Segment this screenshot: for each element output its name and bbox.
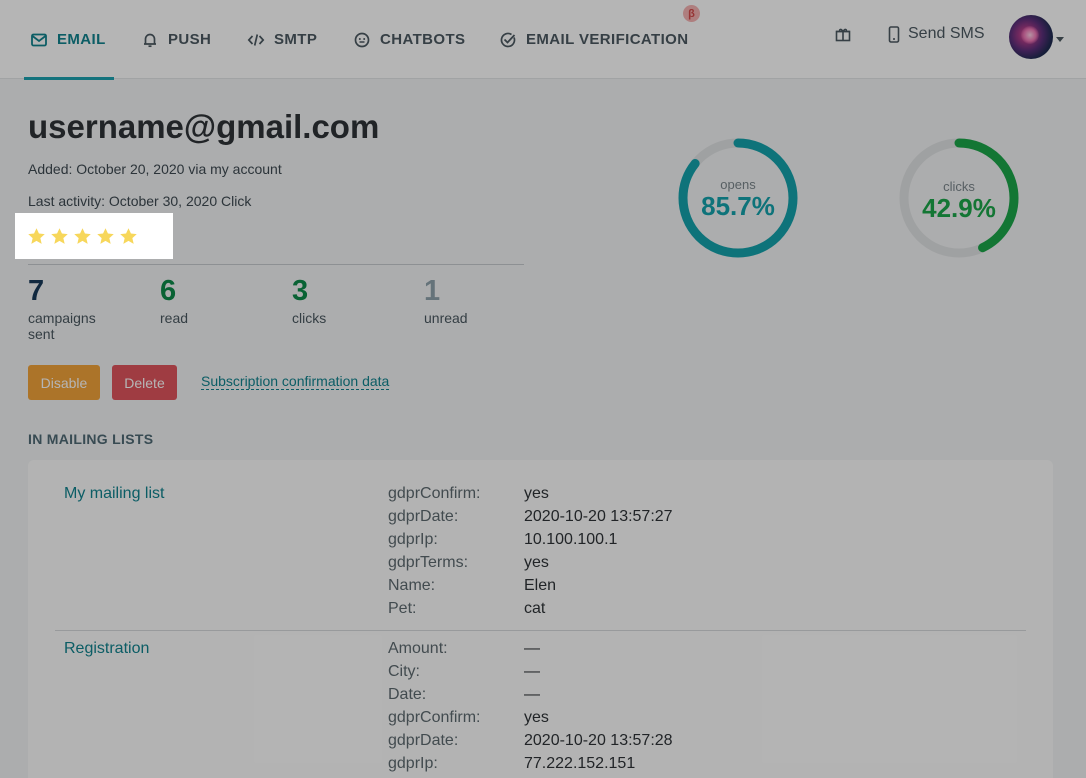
stat-label: unread [424, 310, 468, 326]
bell-icon [144, 33, 156, 47]
field-key: gdprConfirm: [388, 485, 481, 502]
top-navigation: EMAIL PUSH SMTP CHATBOTS EMAIL VERIFICAT… [0, 0, 1086, 80]
stat-clicks: 3 clicks [292, 275, 402, 327]
mail-icon [31, 33, 47, 46]
nav-tab-push[interactable]: PUSH [141, 0, 211, 79]
stat-label: read [160, 310, 189, 326]
field-value: 2020-10-20 13:57:27 [524, 508, 673, 525]
stat-unread: 1 unread [424, 275, 534, 327]
delete-button[interactable]: Delete [112, 365, 177, 400]
field-value: Elen [524, 577, 557, 594]
field-key: Name: [388, 577, 436, 594]
list-divider [55, 630, 1026, 631]
rating-stars[interactable] [15, 213, 173, 259]
star-icon[interactable] [95, 226, 116, 247]
mailing-list-link[interactable]: Registration [64, 640, 149, 658]
beta-badge: β [683, 5, 700, 22]
chevron-down-icon[interactable] [1056, 37, 1064, 42]
nav-tab-label: CHATBOTS [380, 31, 466, 48]
field-value: 77.222.152.151 [524, 755, 636, 772]
field-key: gdprConfirm: [388, 709, 481, 726]
mailing-lists-heading: IN MAILING LISTS [28, 431, 154, 447]
disable-button[interactable]: Disable [28, 365, 100, 400]
gift-icon[interactable] [834, 25, 852, 43]
stat-value: 1 [424, 275, 441, 307]
field-key: gdprIp: [388, 531, 438, 548]
nav-tab-label: EMAIL [57, 31, 106, 48]
field-value: — [524, 640, 540, 657]
field-value: yes [524, 554, 549, 571]
avatar[interactable] [1009, 15, 1053, 59]
field-value: 2020-10-20 13:57:28 [524, 732, 673, 749]
field-key: City: [388, 663, 420, 680]
field-key: Amount: [388, 640, 448, 657]
field-value: — [524, 686, 540, 703]
stat-value: 6 [160, 275, 177, 307]
stat-label: campaigns sent [28, 310, 96, 342]
last-activity-info: Last activity: October 30, 2020 Click [28, 193, 252, 209]
nav-tab-label: SMTP [274, 31, 318, 48]
field-value: cat [524, 600, 546, 617]
nav-tab-chatbots[interactable]: CHATBOTS [353, 0, 465, 79]
stat-value: 3 [292, 275, 309, 307]
send-sms-label: Send SMS [908, 25, 985, 42]
field-key: Pet: [388, 600, 417, 617]
nav-tab-smtp[interactable]: SMTP [247, 0, 317, 79]
stat-value: 7 [28, 275, 45, 307]
code-icon [247, 33, 265, 46]
field-value: 10.100.100.1 [524, 531, 618, 548]
stats-divider [28, 264, 524, 265]
field-value: yes [524, 485, 549, 502]
field-value: — [524, 663, 540, 680]
field-key: Date: [388, 686, 427, 703]
opens-gauge-label: opens [720, 177, 756, 192]
stat-read: 6 read [160, 275, 270, 327]
star-icon[interactable] [26, 226, 47, 247]
opens-gauge-value: 85.7% [701, 191, 775, 221]
nav-tab-email[interactable]: EMAIL [24, 0, 114, 80]
check-circle-icon [500, 32, 516, 47]
send-sms-link[interactable]: Send SMS [888, 0, 984, 68]
mailing-list-link[interactable]: My mailing list [64, 485, 164, 503]
field-key: gdprIp: [388, 755, 438, 772]
nav-tab-email-verification[interactable]: EMAIL VERIFICATION [499, 0, 688, 79]
stat-campaigns-sent: 7 campaigns sent [28, 275, 138, 343]
star-icon[interactable] [49, 226, 70, 247]
subscriber-email: username@gmail.com [28, 108, 380, 145]
field-key: gdprDate: [388, 732, 459, 749]
star-icon[interactable] [72, 226, 93, 247]
subscription-confirmation-link[interactable]: Subscription confirmation data [201, 373, 390, 390]
field-key: gdprDate: [388, 508, 459, 525]
clicks-gauge-label: clicks [943, 179, 975, 194]
phone-icon [888, 25, 900, 43]
clicks-gauge-value: 42.9% [922, 193, 996, 223]
nav-tab-label: EMAIL VERIFICATION [526, 31, 689, 48]
nav-tab-label: PUSH [168, 31, 212, 48]
field-value: yes [524, 709, 549, 726]
star-icon[interactable] [118, 226, 139, 247]
added-info: Added: October 20, 2020 via my account [28, 161, 282, 177]
mailing-lists-panel: My mailing list gdprConfirm: yes gdprDat… [28, 460, 1053, 778]
stat-label: clicks [292, 310, 327, 326]
field-key: gdprTerms: [388, 554, 469, 571]
chatbot-icon [354, 32, 370, 47]
